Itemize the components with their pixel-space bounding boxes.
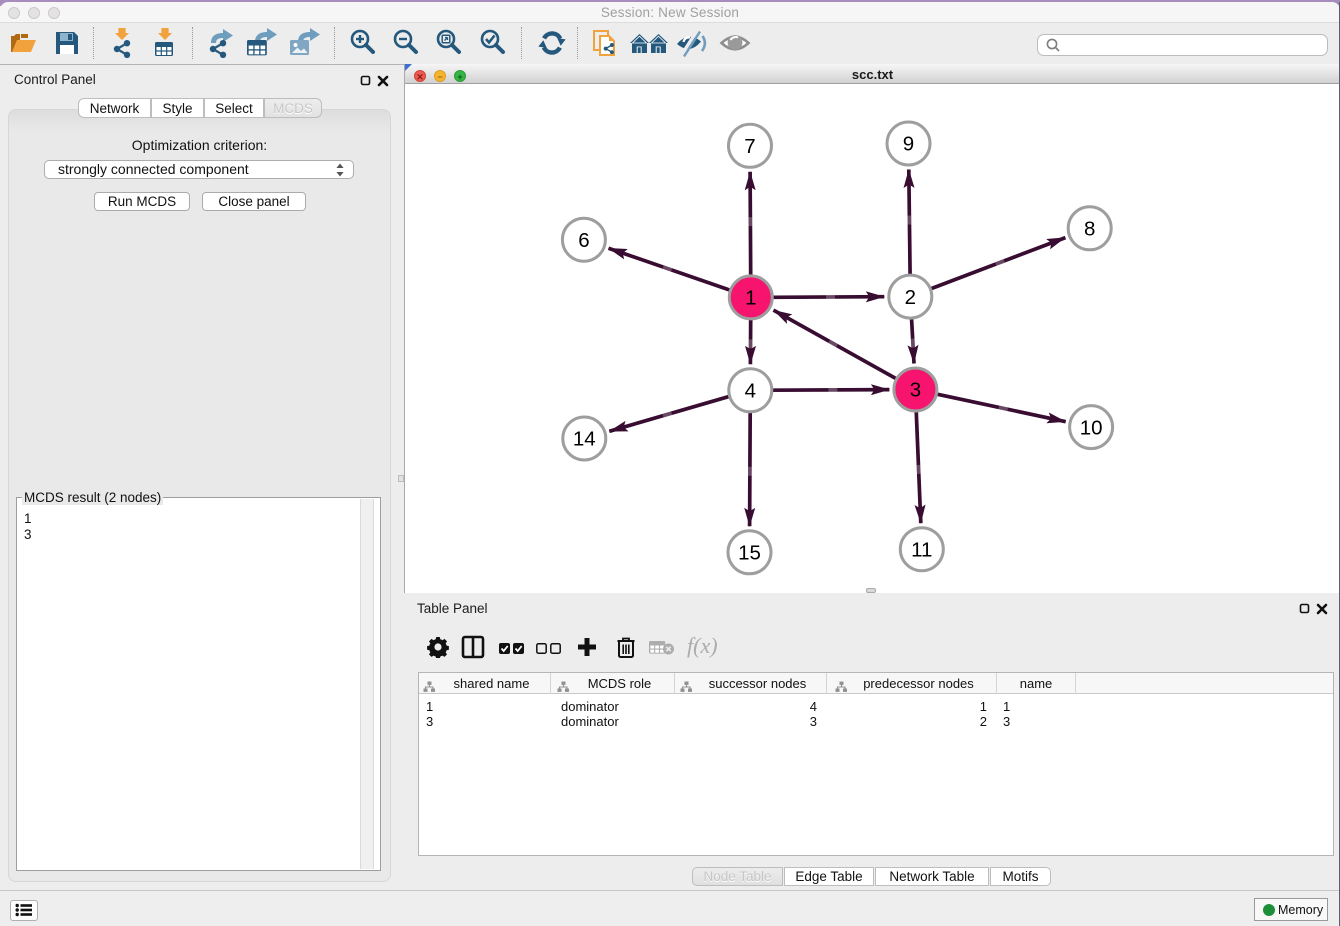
svg-text:4: 4 xyxy=(745,380,756,403)
svg-text:11: 11 xyxy=(911,538,932,561)
svg-text:9: 9 xyxy=(903,133,914,156)
svg-text:3: 3 xyxy=(910,379,921,402)
svg-text:8: 8 xyxy=(1084,218,1095,241)
svg-text:14: 14 xyxy=(573,428,596,451)
svg-text:1: 1 xyxy=(745,287,756,310)
svg-text:6: 6 xyxy=(578,229,589,252)
svg-text:7: 7 xyxy=(744,135,755,158)
svg-text:10: 10 xyxy=(1080,416,1103,439)
svg-text:2: 2 xyxy=(905,286,916,309)
svg-text:15: 15 xyxy=(738,542,761,565)
